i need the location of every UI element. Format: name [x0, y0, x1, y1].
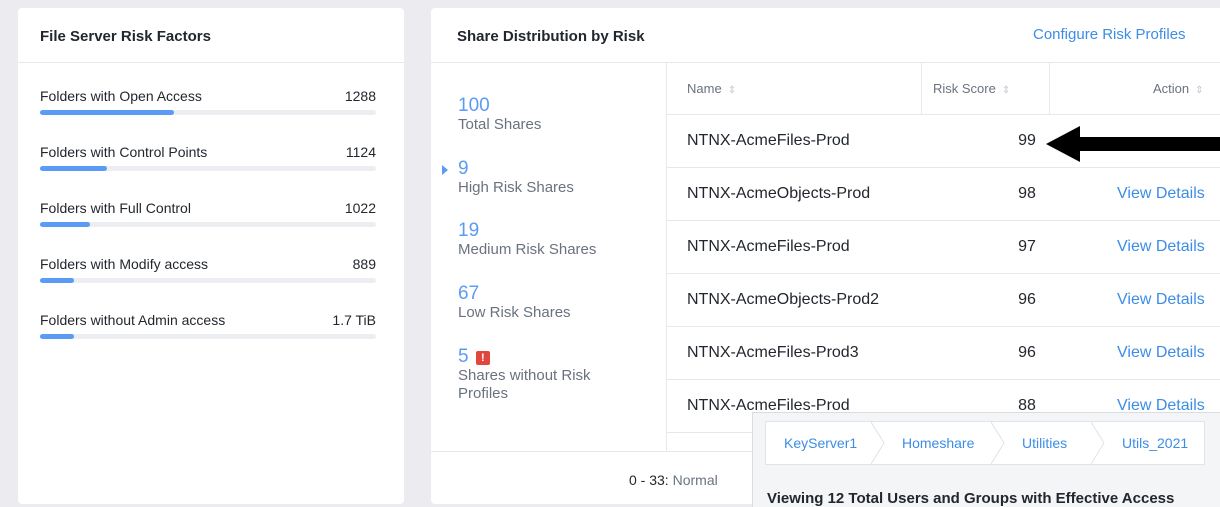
sort-icon: ⇕: [1195, 85, 1204, 96]
factor-open-access[interactable]: Folders with Open Access 1288: [40, 88, 376, 115]
factor-bar-fill: [40, 278, 74, 283]
stat-number: 5: [458, 346, 469, 367]
view-details-link[interactable]: View Details: [1117, 185, 1205, 203]
arrow-left-icon: [1046, 126, 1220, 162]
table-row[interactable]: NTNX-AcmeFiles-Prod 97 View Details: [667, 221, 1220, 274]
column-risk-score[interactable]: Risk Score ⇕: [933, 81, 1010, 96]
share-stats: 100 Total Shares 9 High Risk Shares 19 M…: [431, 63, 667, 451]
factor-value: 1124: [345, 144, 376, 160]
share-distribution-title: Share Distribution by Risk: [457, 28, 645, 45]
factor-label: Folders with Open Access: [40, 88, 202, 104]
share-name: NTNX-AcmeObjects-Prod2: [687, 291, 880, 308]
breadcrumb-item[interactable]: Utilities: [1004, 422, 1105, 464]
factor-label: Folders with Full Control: [40, 200, 191, 216]
risk-score: 96: [1018, 291, 1036, 308]
column-divider: [1049, 63, 1050, 115]
stat-no-risk-profile[interactable]: 5 ! Shares without Risk Profiles: [458, 347, 628, 403]
table-row[interactable]: NTNX-AcmeFiles-Prod3 96 View Details: [667, 327, 1220, 380]
breadcrumb-item[interactable]: KeyServer1: [766, 422, 885, 464]
factor-bar: [40, 110, 376, 115]
factor-value: 1288: [344, 88, 376, 104]
stat-label: Low Risk Shares: [458, 304, 571, 321]
chevron-right-icon: [1091, 422, 1105, 464]
stat-low-risk[interactable]: 67 Low Risk Shares: [458, 284, 571, 322]
breadcrumb: KeyServer1 Homeshare Utilities Utils_202…: [765, 421, 1205, 465]
share-name: NTNX-AcmeFiles-Prod3: [687, 344, 859, 361]
chevron-right-icon: [991, 422, 1005, 464]
risk-range-legend: 0 - 33: Normal: [629, 472, 718, 488]
stat-label: High Risk Shares: [458, 179, 574, 196]
factor-bar: [40, 166, 376, 171]
breadcrumb-item[interactable]: Utils_2021: [1104, 422, 1204, 464]
table-row[interactable]: NTNX-AcmeObjects-Prod2 96 View Details: [667, 274, 1220, 327]
share-name: NTNX-AcmeFiles-Prod: [687, 238, 850, 255]
stat-number: 67: [458, 283, 480, 304]
stat-label: Total Shares: [458, 116, 542, 133]
risk-score: 98: [1018, 185, 1036, 202]
breadcrumb-item[interactable]: Homeshare: [884, 422, 1005, 464]
stat-high-risk[interactable]: 9 High Risk Shares: [442, 158, 574, 197]
share-distribution-header: Share Distribution by Risk Configure Ris…: [431, 8, 1220, 63]
factor-value: 1.7 TiB: [332, 312, 376, 328]
factor-label: Folders with Modify access: [40, 256, 209, 272]
breadcrumb-label: Utilities: [1022, 435, 1068, 451]
factor-bar: [40, 278, 376, 283]
stat-number: 9: [458, 158, 469, 179]
share-name: NTNX-AcmeFiles-Prod: [687, 132, 850, 149]
risk-range: 0 - 33:: [629, 472, 669, 488]
column-action[interactable]: Action ⇕: [1153, 81, 1204, 96]
factor-no-admin-access[interactable]: Folders without Admin access 1.7 TiB: [40, 312, 376, 339]
sort-icon: ⇕: [1001, 85, 1011, 96]
table-row[interactable]: NTNX-AcmeObjects-Prod 98 View Details: [667, 168, 1220, 221]
column-name[interactable]: Name ⇕: [687, 81, 736, 96]
factor-bar: [40, 222, 376, 227]
factor-label: Folders with Control Points: [40, 144, 208, 160]
risk-score: 97: [1018, 238, 1036, 255]
stat-number: 19: [458, 220, 480, 241]
factor-bar: [40, 334, 376, 339]
share-name: NTNX-AcmeObjects-Prod: [687, 185, 871, 202]
factor-value: 1022: [344, 200, 376, 216]
warning-icon: !: [475, 351, 490, 365]
breadcrumb-label: Homeshare: [902, 435, 975, 451]
shares-table: Name ⇕ Risk Score ⇕ Action ⇕ NTNX-AcmeFiles…: [667, 63, 1220, 433]
factor-bar-fill: [40, 334, 74, 339]
factor-full-control[interactable]: Folders with Full Control 1022: [40, 200, 376, 227]
caret-right-icon: [442, 165, 448, 175]
stat-label: Shares without Risk Profiles: [458, 367, 591, 402]
factor-value: 889: [352, 256, 376, 272]
table-header: Name ⇕ Risk Score ⇕ Action ⇕: [667, 63, 1220, 115]
column-action-label: Action: [1153, 81, 1190, 96]
view-details-link[interactable]: View Details: [1117, 291, 1205, 309]
breadcrumb-label: Utils_2021: [1122, 435, 1189, 451]
risk-score: 96: [1018, 344, 1036, 361]
factor-modify-access[interactable]: Folders with Modify access 889: [40, 256, 376, 283]
factor-control-points[interactable]: Folders with Control Points 1124: [40, 144, 376, 171]
sort-icon: ⇕: [727, 85, 737, 96]
view-details-link[interactable]: View Details: [1117, 238, 1205, 256]
stat-total-shares[interactable]: 100 Total Shares: [458, 96, 541, 134]
stat-medium-risk[interactable]: 19 Medium Risk Shares: [458, 221, 596, 259]
factor-label: Folders without Admin access: [40, 312, 226, 328]
view-details-link[interactable]: View Details: [1117, 344, 1205, 362]
breadcrumb-label: KeyServer1: [784, 435, 858, 451]
risk-factors-title: File Server Risk Factors: [18, 8, 404, 63]
share-details-popup: KeyServer1 Homeshare Utilities Utils_202…: [752, 412, 1220, 507]
risk-factors-panel: File Server Risk Factors Folders with Op…: [18, 8, 404, 504]
risk-range-label: Normal: [672, 472, 718, 488]
chevron-right-icon: [871, 422, 885, 464]
stat-label: Medium Risk Shares: [458, 241, 597, 258]
factor-bar-fill: [40, 222, 91, 227]
column-name-label: Name: [687, 81, 722, 96]
factor-bar-fill: [40, 166, 108, 171]
risk-score: 99: [1018, 132, 1036, 149]
stat-number: 100: [458, 95, 490, 116]
factor-bar-fill: [40, 110, 175, 115]
effective-access-headline: Viewing 12 Total Users and Groups with E…: [767, 490, 1175, 507]
configure-risk-profiles-link[interactable]: Configure Risk Profiles: [1033, 26, 1186, 43]
column-divider: [921, 63, 922, 115]
column-risk-label: Risk Score: [933, 81, 996, 96]
